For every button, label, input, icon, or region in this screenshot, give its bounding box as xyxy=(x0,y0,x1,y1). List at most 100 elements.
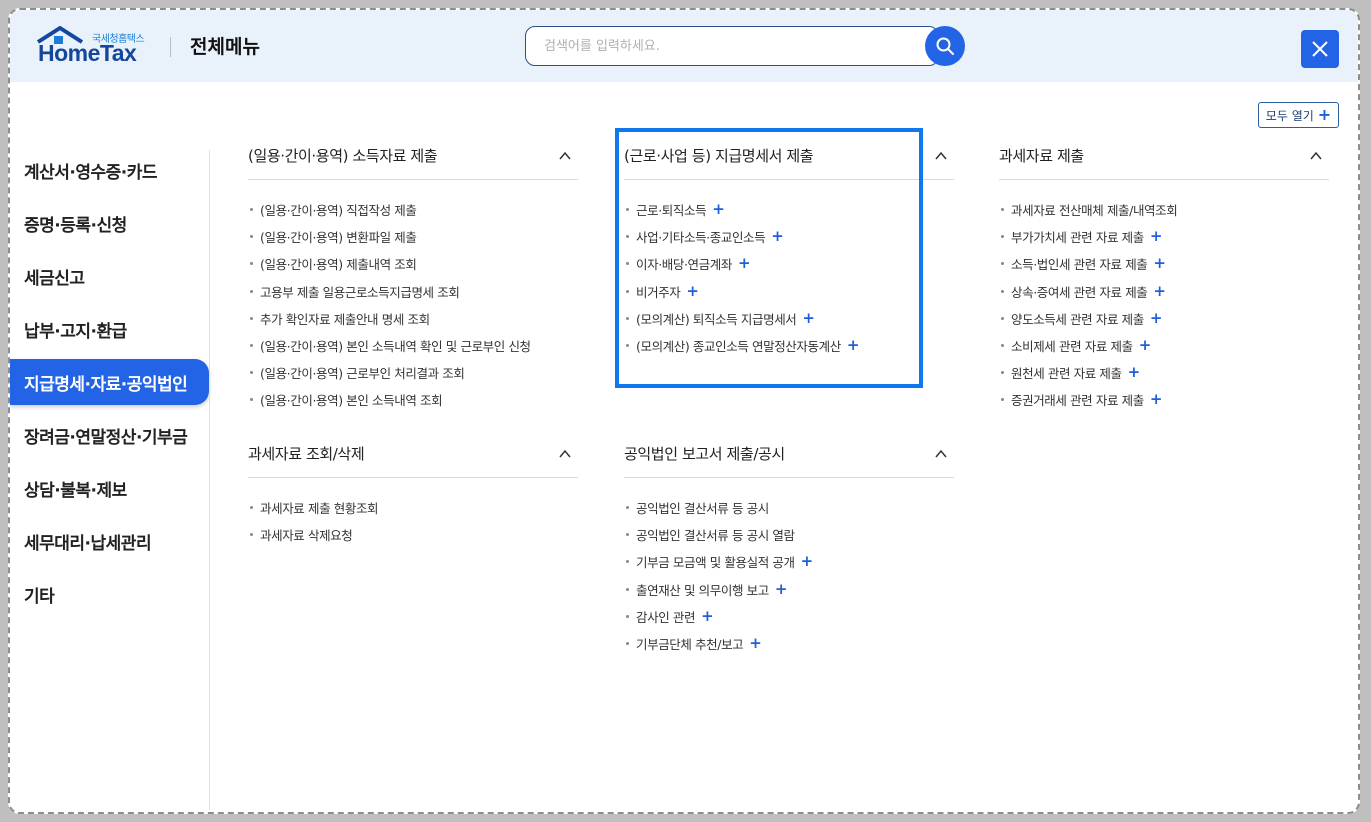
expand-plus-icon[interactable]: + xyxy=(686,283,699,299)
menu-item[interactable]: (모의계산) 종교인소득 연말정산자동계산 + xyxy=(624,332,954,359)
menu-item[interactable]: 소비제세 관련 자료 제출 + xyxy=(999,332,1329,359)
menu-item[interactable]: 원천세 관련 자료 제출 + xyxy=(999,359,1329,386)
expand-plus-icon[interactable]: + xyxy=(738,256,751,271)
bullet-dot xyxy=(626,587,629,591)
bullet-dot xyxy=(626,262,629,266)
menu-item[interactable]: 부가가치세 관련 자료 제출 + xyxy=(999,223,1329,250)
expand-plus-icon[interactable]: + xyxy=(847,338,860,353)
bullet-dot xyxy=(250,506,253,510)
menu-item[interactable]: (일용·간이·용역) 변환파일 제출 xyxy=(248,223,578,250)
menu-item-label: 증권거래세 관련 자료 제출 xyxy=(1011,393,1144,409)
menu-item-label: (모의계산) 퇴직소득 지급명세서 xyxy=(636,311,797,327)
expand-plus-icon[interactable]: + xyxy=(749,636,762,651)
section-list: 과세자료 전산매체 제출/내역조회 부가가치세 관련 자료 제출 + 소득·법인세 관… xyxy=(999,180,1329,414)
sidebar-item[interactable]: 장려금·연말정산·기부금 xyxy=(10,409,210,462)
section-header[interactable]: (근로·사업 등) 지급명세서 제출 xyxy=(624,132,954,180)
menu-item[interactable]: 양도소득세 관련 자료 제출 + xyxy=(999,305,1329,332)
menu-item[interactable]: 근로·퇴직소득 + xyxy=(624,196,954,223)
bullet-dot xyxy=(626,533,629,537)
bullet-dot xyxy=(1001,208,1004,212)
open-all-button[interactable]: 모두 열기 + xyxy=(1258,102,1339,128)
expand-plus-icon[interactable]: + xyxy=(712,202,725,217)
section-header[interactable]: (일용·간이·용역) 소득자료 제출 xyxy=(248,132,578,180)
hometax-logo[interactable]: 국세청홈택스 HomeTax xyxy=(36,26,152,66)
section-header[interactable]: 공익법인 보고서 제출/공시 xyxy=(624,430,954,478)
menu-item[interactable]: 과세자료 제출 현황조회 xyxy=(248,494,578,521)
menu-item-label: 양도소득세 관련 자료 제출 xyxy=(1011,311,1144,327)
search-button[interactable] xyxy=(925,26,965,66)
sidebar-item[interactable]: 납부·고지·환급 xyxy=(10,303,210,356)
search-icon xyxy=(936,37,954,55)
menu-item[interactable]: 증권거래세 관련 자료 제출 + xyxy=(999,386,1329,413)
section-header[interactable]: 과세자료 조회/삭제 xyxy=(248,430,578,478)
bullet-dot xyxy=(250,316,253,320)
menu-item[interactable]: 기부금단체 추천/보고 + xyxy=(624,630,954,657)
bullet-dot xyxy=(250,533,253,537)
menu-item[interactable]: (일용·간이·용역) 제출내역 조회 xyxy=(248,250,578,277)
sidebar-item[interactable]: 세무대리·납세관리 xyxy=(10,515,210,568)
menu-item[interactable]: 기부금 모금액 및 활용실적 공개 + xyxy=(624,548,954,575)
menu-item[interactable]: (일용·간이·용역) 근로부인 처리결과 조회 xyxy=(248,359,578,386)
menu-item[interactable]: 상속·증여세 관련 자료 제출 + xyxy=(999,278,1329,305)
expand-plus-icon[interactable]: + xyxy=(1150,310,1163,326)
menu-item-label: 이자·배당·연금계좌 xyxy=(636,257,732,273)
menu-item[interactable]: 공익법인 결산서류 등 공시 열람 xyxy=(624,521,954,548)
page-title: 전체메뉴 xyxy=(190,36,260,58)
sidebar-item[interactable]: 계산서·영수증·카드 xyxy=(10,144,210,197)
close-button[interactable] xyxy=(1301,30,1339,68)
section-header[interactable]: 과세자료 제출 xyxy=(999,132,1329,180)
expand-plus-icon[interactable]: + xyxy=(1150,229,1163,244)
expand-plus-icon[interactable]: + xyxy=(771,229,784,244)
search-input[interactable] xyxy=(525,26,939,66)
expand-plus-icon[interactable]: + xyxy=(701,608,714,624)
menu-item[interactable]: (모의계산) 퇴직소득 지급명세서 + xyxy=(624,305,954,332)
chevron-up-icon xyxy=(935,449,947,457)
menu-item-label: 소비제세 관련 자료 제출 xyxy=(1011,339,1133,355)
sidebar-item[interactable]: 지급명세·자료·공익법인 xyxy=(10,359,209,405)
menu-item[interactable]: 추가 확인자료 제출안내 명세 조회 xyxy=(248,305,578,332)
menu-item[interactable]: 감사인 관련 + xyxy=(624,603,954,630)
menu-item[interactable]: (일용·간이·용역) 본인 소득내역 조회 xyxy=(248,386,578,413)
menu-item-label: 고용부 제출 일용근로소득지급명세 조회 xyxy=(260,284,460,300)
expand-plus-icon[interactable]: + xyxy=(1153,256,1166,271)
bullet-dot xyxy=(1001,316,1004,320)
menu-item[interactable]: 출연재산 및 의무이행 보고 + xyxy=(624,576,954,603)
menu-item[interactable]: 과세자료 전산매체 제출/내역조회 xyxy=(999,196,1329,223)
expand-plus-icon[interactable]: + xyxy=(1153,283,1166,299)
menu-item[interactable]: (일용·간이·용역) 직접작성 제출 xyxy=(248,196,578,223)
bullet-dot xyxy=(250,262,253,266)
expand-plus-icon[interactable]: + xyxy=(1150,392,1163,407)
sidebar-divider xyxy=(209,150,210,810)
menu-item-label: 출연재산 및 의무이행 보고 xyxy=(636,582,769,598)
menu-item-label: (일용·간이·용역) 본인 소득내역 조회 xyxy=(260,393,443,409)
section-title: 과세자료 제출 xyxy=(999,147,1084,165)
section-list: 공익법인 결산서류 등 공시 공익법인 결산서류 등 공시 열람 기부금 모금액 및… xyxy=(624,478,954,657)
sidebar-item[interactable]: 기타 xyxy=(10,568,210,621)
menu-item-label: 근로·퇴직소득 xyxy=(636,203,707,219)
menu-item[interactable]: 과세자료 삭제요청 xyxy=(248,521,578,548)
sidebar-item[interactable]: 상담·불복·제보 xyxy=(10,462,210,515)
expand-plus-icon[interactable]: + xyxy=(802,310,815,326)
menu-item[interactable]: 공익법인 결산서류 등 공시 xyxy=(624,494,954,521)
section-list: 근로·퇴직소득 + 사업·기타소득·종교인소득 + 이자·배당·연금계좌 + 비거주자 + (모… xyxy=(624,180,954,359)
section-list: (일용·간이·용역) 직접작성 제출 (일용·간이·용역) 변환파일 제출 (일용·… xyxy=(248,180,578,414)
menu-item[interactable]: 비거주자 + xyxy=(624,278,954,305)
expand-plus-icon[interactable]: + xyxy=(801,554,814,569)
expand-plus-icon[interactable]: + xyxy=(1128,365,1141,380)
menu-item[interactable]: 고용부 제출 일용근로소득지급명세 조회 xyxy=(248,278,578,305)
menu-item[interactable]: 소득·법인세 관련 자료 제출 + xyxy=(999,250,1329,277)
menu-section: 공익법인 보고서 제출/공시 공익법인 결산서류 등 공시 공익법인 결산서류 등 … xyxy=(624,430,954,657)
sidebar-item[interactable]: 증명·등록·신청 xyxy=(10,197,210,250)
expand-plus-icon[interactable]: + xyxy=(775,581,788,597)
menu-item-label: 기부금 모금액 및 활용실적 공개 xyxy=(636,555,795,571)
bullet-dot xyxy=(250,208,253,212)
sidebar-item[interactable]: 세금신고 xyxy=(10,250,210,303)
section-title: (근로·사업 등) 지급명세서 제출 xyxy=(624,147,814,165)
menu-item[interactable]: (일용·간이·용역) 본인 소득내역 확인 및 근로부인 신청 xyxy=(248,332,578,359)
chevron-up-icon xyxy=(559,449,571,457)
menu-item-label: 기부금단체 추천/보고 xyxy=(636,637,744,653)
section-list: 과세자료 제출 현황조회 과세자료 삭제요청 xyxy=(248,478,578,548)
expand-plus-icon[interactable]: + xyxy=(1139,338,1152,353)
menu-item[interactable]: 사업·기타소득·종교인소득 + xyxy=(624,223,954,250)
menu-item[interactable]: 이자·배당·연금계좌 + xyxy=(624,250,954,277)
